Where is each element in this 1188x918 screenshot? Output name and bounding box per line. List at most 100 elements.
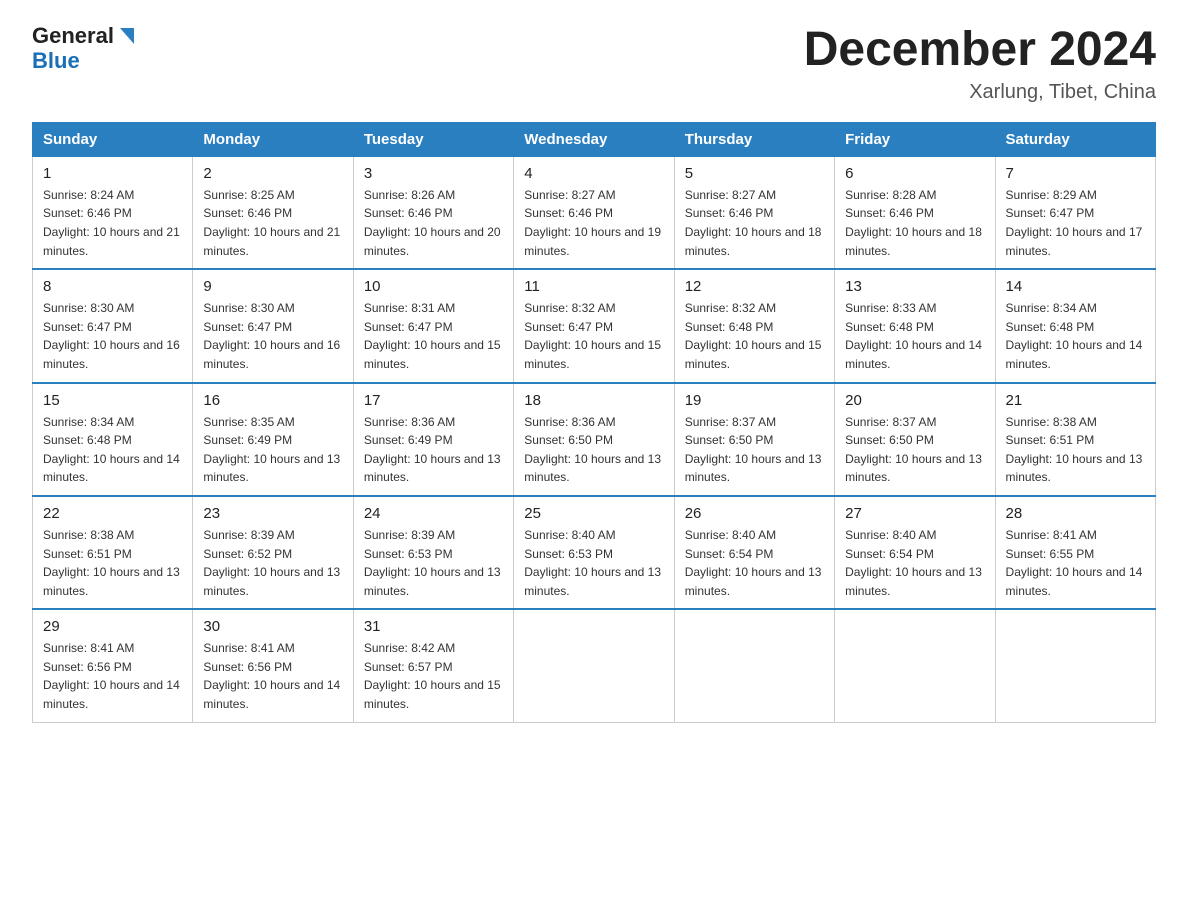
day-info: Sunrise: 8:34 AMSunset: 6:48 PMDaylight:… bbox=[43, 413, 182, 487]
day-info: Sunrise: 8:39 AMSunset: 6:53 PMDaylight:… bbox=[364, 526, 503, 600]
calendar-cell: 2 Sunrise: 8:25 AMSunset: 6:46 PMDayligh… bbox=[193, 156, 353, 269]
day-number: 2 bbox=[203, 165, 342, 182]
calendar-cell: 13 Sunrise: 8:33 AMSunset: 6:48 PMDaylig… bbox=[835, 269, 995, 382]
day-number: 24 bbox=[364, 505, 503, 522]
day-number: 10 bbox=[364, 278, 503, 295]
day-info: Sunrise: 8:37 AMSunset: 6:50 PMDaylight:… bbox=[685, 413, 824, 487]
day-number: 30 bbox=[203, 618, 342, 635]
calendar-cell: 23 Sunrise: 8:39 AMSunset: 6:52 PMDaylig… bbox=[193, 496, 353, 609]
calendar-cell: 18 Sunrise: 8:36 AMSunset: 6:50 PMDaylig… bbox=[514, 383, 674, 496]
logo-blue: Blue bbox=[32, 48, 80, 73]
weekday-header-sunday: Sunday bbox=[33, 122, 193, 156]
calendar-cell bbox=[674, 609, 834, 722]
day-info: Sunrise: 8:35 AMSunset: 6:49 PMDaylight:… bbox=[203, 413, 342, 487]
day-info: Sunrise: 8:41 AMSunset: 6:56 PMDaylight:… bbox=[43, 639, 182, 713]
weekday-header-row: SundayMondayTuesdayWednesdayThursdayFrid… bbox=[33, 122, 1156, 156]
day-info: Sunrise: 8:25 AMSunset: 6:46 PMDaylight:… bbox=[203, 186, 342, 260]
day-number: 14 bbox=[1006, 278, 1145, 295]
day-info: Sunrise: 8:30 AMSunset: 6:47 PMDaylight:… bbox=[43, 299, 182, 373]
day-info: Sunrise: 8:36 AMSunset: 6:50 PMDaylight:… bbox=[524, 413, 663, 487]
day-number: 15 bbox=[43, 392, 182, 409]
calendar-cell: 20 Sunrise: 8:37 AMSunset: 6:50 PMDaylig… bbox=[835, 383, 995, 496]
day-info: Sunrise: 8:27 AMSunset: 6:46 PMDaylight:… bbox=[685, 186, 824, 260]
day-number: 18 bbox=[524, 392, 663, 409]
title-block: December 2024 Xarlung, Tibet, China bbox=[804, 24, 1156, 104]
weekday-header-tuesday: Tuesday bbox=[353, 122, 513, 156]
day-number: 31 bbox=[364, 618, 503, 635]
day-info: Sunrise: 8:31 AMSunset: 6:47 PMDaylight:… bbox=[364, 299, 503, 373]
day-number: 21 bbox=[1006, 392, 1145, 409]
day-info: Sunrise: 8:33 AMSunset: 6:48 PMDaylight:… bbox=[845, 299, 984, 373]
calendar-cell: 21 Sunrise: 8:38 AMSunset: 6:51 PMDaylig… bbox=[995, 383, 1155, 496]
calendar-cell: 27 Sunrise: 8:40 AMSunset: 6:54 PMDaylig… bbox=[835, 496, 995, 609]
logo-general: General bbox=[32, 24, 114, 48]
day-info: Sunrise: 8:29 AMSunset: 6:47 PMDaylight:… bbox=[1006, 186, 1145, 260]
calendar-cell: 25 Sunrise: 8:40 AMSunset: 6:53 PMDaylig… bbox=[514, 496, 674, 609]
day-number: 8 bbox=[43, 278, 182, 295]
calendar-cell: 28 Sunrise: 8:41 AMSunset: 6:55 PMDaylig… bbox=[995, 496, 1155, 609]
calendar-cell: 24 Sunrise: 8:39 AMSunset: 6:53 PMDaylig… bbox=[353, 496, 513, 609]
day-number: 22 bbox=[43, 505, 182, 522]
calendar-week-row: 1 Sunrise: 8:24 AMSunset: 6:46 PMDayligh… bbox=[33, 156, 1156, 269]
day-info: Sunrise: 8:34 AMSunset: 6:48 PMDaylight:… bbox=[1006, 299, 1145, 373]
day-info: Sunrise: 8:24 AMSunset: 6:46 PMDaylight:… bbox=[43, 186, 182, 260]
day-number: 11 bbox=[524, 278, 663, 295]
calendar-cell: 16 Sunrise: 8:35 AMSunset: 6:49 PMDaylig… bbox=[193, 383, 353, 496]
calendar-cell: 4 Sunrise: 8:27 AMSunset: 6:46 PMDayligh… bbox=[514, 156, 674, 269]
calendar-cell: 10 Sunrise: 8:31 AMSunset: 6:47 PMDaylig… bbox=[353, 269, 513, 382]
weekday-header-wednesday: Wednesday bbox=[514, 122, 674, 156]
calendar-week-row: 8 Sunrise: 8:30 AMSunset: 6:47 PMDayligh… bbox=[33, 269, 1156, 382]
weekday-header-monday: Monday bbox=[193, 122, 353, 156]
calendar-cell bbox=[514, 609, 674, 722]
day-number: 27 bbox=[845, 505, 984, 522]
day-number: 13 bbox=[845, 278, 984, 295]
day-info: Sunrise: 8:32 AMSunset: 6:47 PMDaylight:… bbox=[524, 299, 663, 373]
location-title: Xarlung, Tibet, China bbox=[804, 81, 1156, 104]
logo-arrow-icon bbox=[116, 26, 138, 48]
logo: General Blue bbox=[32, 24, 138, 74]
calendar-week-row: 29 Sunrise: 8:41 AMSunset: 6:56 PMDaylig… bbox=[33, 609, 1156, 722]
day-info: Sunrise: 8:37 AMSunset: 6:50 PMDaylight:… bbox=[845, 413, 984, 487]
day-info: Sunrise: 8:39 AMSunset: 6:52 PMDaylight:… bbox=[203, 526, 342, 600]
calendar-week-row: 15 Sunrise: 8:34 AMSunset: 6:48 PMDaylig… bbox=[33, 383, 1156, 496]
calendar-cell: 11 Sunrise: 8:32 AMSunset: 6:47 PMDaylig… bbox=[514, 269, 674, 382]
calendar-cell: 8 Sunrise: 8:30 AMSunset: 6:47 PMDayligh… bbox=[33, 269, 193, 382]
day-number: 16 bbox=[203, 392, 342, 409]
day-info: Sunrise: 8:38 AMSunset: 6:51 PMDaylight:… bbox=[43, 526, 182, 600]
calendar-cell: 3 Sunrise: 8:26 AMSunset: 6:46 PMDayligh… bbox=[353, 156, 513, 269]
day-number: 17 bbox=[364, 392, 503, 409]
day-number: 6 bbox=[845, 165, 984, 182]
calendar-cell bbox=[995, 609, 1155, 722]
day-number: 25 bbox=[524, 505, 663, 522]
day-number: 7 bbox=[1006, 165, 1145, 182]
day-number: 19 bbox=[685, 392, 824, 409]
day-info: Sunrise: 8:42 AMSunset: 6:57 PMDaylight:… bbox=[364, 639, 503, 713]
day-number: 28 bbox=[1006, 505, 1145, 522]
day-info: Sunrise: 8:41 AMSunset: 6:56 PMDaylight:… bbox=[203, 639, 342, 713]
page-header: General Blue December 2024 Xarlung, Tibe… bbox=[32, 24, 1156, 104]
calendar-cell: 30 Sunrise: 8:41 AMSunset: 6:56 PMDaylig… bbox=[193, 609, 353, 722]
day-number: 1 bbox=[43, 165, 182, 182]
day-number: 12 bbox=[685, 278, 824, 295]
calendar-table: SundayMondayTuesdayWednesdayThursdayFrid… bbox=[32, 122, 1156, 723]
day-info: Sunrise: 8:30 AMSunset: 6:47 PMDaylight:… bbox=[203, 299, 342, 373]
day-info: Sunrise: 8:40 AMSunset: 6:54 PMDaylight:… bbox=[685, 526, 824, 600]
calendar-cell: 7 Sunrise: 8:29 AMSunset: 6:47 PMDayligh… bbox=[995, 156, 1155, 269]
weekday-header-friday: Friday bbox=[835, 122, 995, 156]
day-info: Sunrise: 8:26 AMSunset: 6:46 PMDaylight:… bbox=[364, 186, 503, 260]
calendar-cell: 31 Sunrise: 8:42 AMSunset: 6:57 PMDaylig… bbox=[353, 609, 513, 722]
day-number: 4 bbox=[524, 165, 663, 182]
day-number: 20 bbox=[845, 392, 984, 409]
day-number: 26 bbox=[685, 505, 824, 522]
calendar-week-row: 22 Sunrise: 8:38 AMSunset: 6:51 PMDaylig… bbox=[33, 496, 1156, 609]
day-number: 5 bbox=[685, 165, 824, 182]
calendar-cell: 14 Sunrise: 8:34 AMSunset: 6:48 PMDaylig… bbox=[995, 269, 1155, 382]
weekday-header-saturday: Saturday bbox=[995, 122, 1155, 156]
calendar-cell: 12 Sunrise: 8:32 AMSunset: 6:48 PMDaylig… bbox=[674, 269, 834, 382]
weekday-header-thursday: Thursday bbox=[674, 122, 834, 156]
day-number: 23 bbox=[203, 505, 342, 522]
month-title: December 2024 bbox=[804, 24, 1156, 77]
calendar-cell: 17 Sunrise: 8:36 AMSunset: 6:49 PMDaylig… bbox=[353, 383, 513, 496]
calendar-cell: 29 Sunrise: 8:41 AMSunset: 6:56 PMDaylig… bbox=[33, 609, 193, 722]
day-info: Sunrise: 8:40 AMSunset: 6:54 PMDaylight:… bbox=[845, 526, 984, 600]
